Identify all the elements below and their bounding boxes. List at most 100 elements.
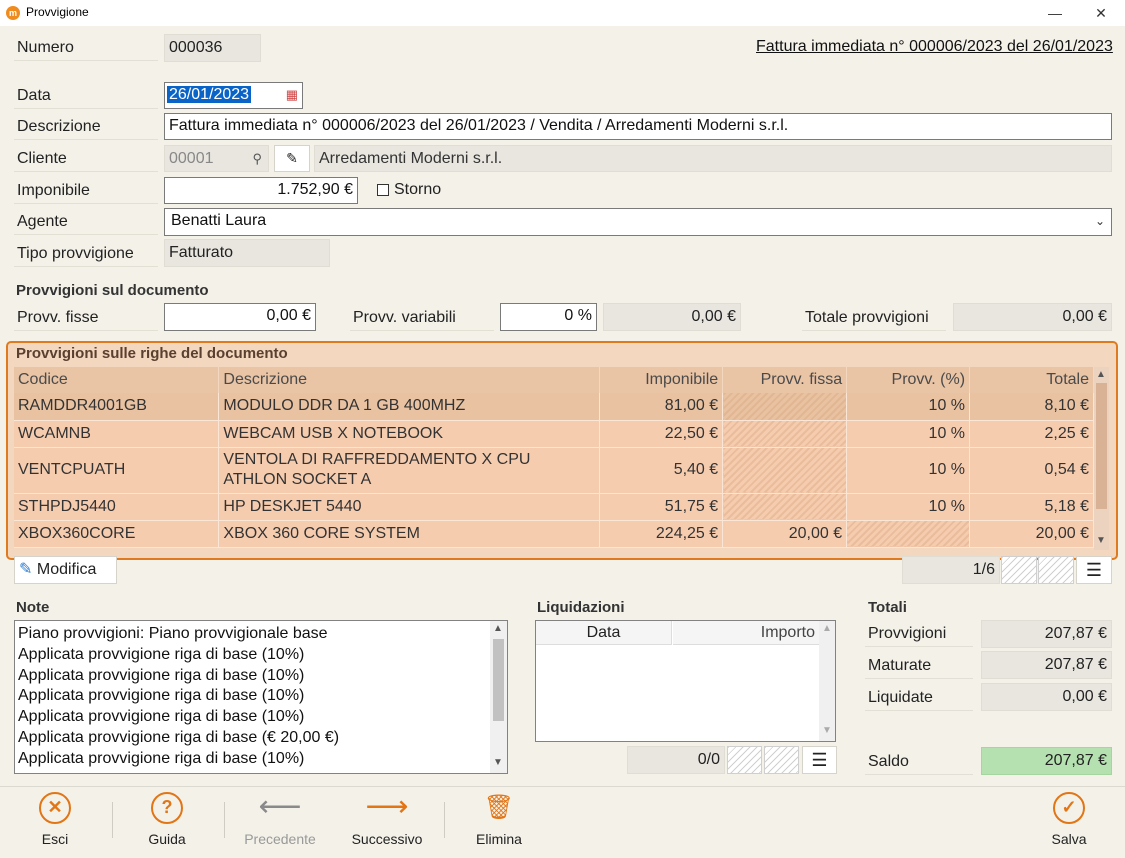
col-provv-fissa-header[interactable]: Provv. fissa: [722, 367, 848, 393]
liquidazioni-next-button[interactable]: [764, 746, 799, 774]
saldo-label: Saldo: [865, 748, 973, 775]
cell-descrizione: WEBCAM USB X NOTEBOOK: [218, 420, 601, 448]
successivo-button[interactable]: ⟶ Successivo: [344, 792, 430, 848]
cliente-code: 00001: [169, 150, 214, 167]
tipo-value: Fatturato: [164, 239, 330, 267]
precedente-label: Precedente: [244, 831, 316, 847]
edit-icon: ✎: [286, 150, 298, 166]
salva-button[interactable]: ✓ Salva: [1034, 792, 1104, 847]
cell-provv-pct: 10 %: [846, 393, 971, 421]
notes-scrollbar[interactable]: ▲ ▼: [490, 621, 507, 773]
elimina-button[interactable]: 🗑 Elimina: [464, 792, 534, 847]
cell-descrizione: MODULO DDR DA 1 GB 400MHZ: [218, 393, 601, 421]
liquidazioni-table[interactable]: Data Importo ▲ ▼: [535, 620, 836, 742]
col-importo-header[interactable]: Importo: [673, 621, 819, 645]
liquidate-label: Liquidate: [865, 684, 973, 711]
provvigioni-value: 207,87 €: [981, 620, 1112, 648]
maximize-button[interactable]: [1034, 0, 1080, 26]
esci-button[interactable]: ✕ Esci: [20, 792, 90, 847]
liquidazioni-scrollbar[interactable]: ▲ ▼: [819, 621, 835, 741]
close-circle-icon: ✕: [39, 792, 71, 824]
successivo-label: Successivo: [351, 831, 423, 847]
guida-button[interactable]: ? Guida: [132, 792, 202, 847]
scroll-down-icon[interactable]: ▼: [820, 725, 834, 736]
scroll-down-icon[interactable]: ▼: [491, 757, 505, 768]
provv-fisse-input[interactable]: 0,00 €: [164, 303, 316, 331]
table-row[interactable]: VENTCPUATH VENTOLA DI RAFFREDDAMENTO X C…: [14, 447, 1094, 494]
descrizione-input[interactable]: Fattura immediata n° 000006/2023 del 26/…: [164, 113, 1112, 140]
cell-provv-pct: 10 %: [846, 447, 971, 494]
cell-descrizione: HP DESKJET 5440: [218, 493, 601, 521]
modifica-button[interactable]: ✎ Modifica: [14, 556, 117, 584]
table-row[interactable]: XBOX360CORE XBOX 360 CORE SYSTEM 224,25 …: [14, 520, 1094, 548]
data-label: Data: [14, 82, 158, 109]
salva-label: Salva: [1051, 831, 1087, 847]
cliente-label: Cliente: [14, 145, 158, 172]
agente-label: Agente: [14, 208, 158, 235]
table-row[interactable]: STHPDJ5440 HP DESKJET 5440 51,75 € 10 % …: [14, 493, 1094, 521]
col-totale-header[interactable]: Totale: [969, 367, 1094, 393]
agente-value: Benatti Laura: [171, 212, 267, 229]
esci-label: Esci: [41, 831, 69, 847]
scrollbar-thumb[interactable]: [1096, 383, 1107, 509]
col-data-header[interactable]: Data: [536, 621, 672, 645]
liquidazioni-prev-button[interactable]: [727, 746, 762, 774]
scrollbar-thumb[interactable]: [493, 639, 504, 721]
col-imponibile-header[interactable]: Imponibile: [599, 367, 724, 393]
search-icon[interactable]: ⚲: [252, 146, 262, 172]
imponibile-input[interactable]: 1.752,90 €: [164, 177, 358, 204]
liquidate-value: 0,00 €: [981, 683, 1112, 711]
help-circle-icon: ?: [151, 792, 183, 824]
storno-label: Storno: [394, 181, 442, 198]
rows-menu-button[interactable]: ☰: [1076, 556, 1112, 584]
scroll-down-icon[interactable]: ▼: [1094, 535, 1108, 546]
check-circle-icon: ✓: [1053, 792, 1085, 824]
calendar-icon[interactable]: ▦: [286, 83, 298, 107]
cell-totale: 20,00 €: [969, 520, 1094, 548]
date-input[interactable]: 26/01/2023 ▦: [164, 82, 303, 109]
cliente-code-input[interactable]: 00001 ⚲: [164, 145, 269, 172]
notes-title: Note: [16, 599, 50, 616]
col-provv-pct-header[interactable]: Provv. (%): [846, 367, 971, 393]
precedente-button[interactable]: ⟵ Precedente: [238, 790, 322, 848]
cell-codice: RAMDDR4001GB: [14, 393, 220, 421]
edit-icon: ✎: [19, 561, 33, 578]
provv-variabili-pct-input[interactable]: 0 %: [500, 303, 597, 331]
close-window-button[interactable]: ✕: [1078, 0, 1124, 26]
cell-provv-fissa: [722, 493, 848, 521]
saldo-value: 207,87 €: [981, 747, 1112, 775]
liquidazioni-pager: 0/0: [627, 746, 725, 774]
scroll-up-icon[interactable]: ▲: [491, 623, 505, 634]
agente-select[interactable]: Benatti Laura ⌄: [164, 208, 1112, 236]
note-line: Applicata provvigione riga di base (€ 20…: [18, 728, 340, 746]
rows-scrollbar[interactable]: ▲ ▼: [1094, 367, 1109, 550]
app-icon: m: [6, 6, 20, 20]
storno-checkbox[interactable]: [377, 184, 389, 196]
totali-title: Totali: [868, 599, 907, 616]
notes-textarea[interactable]: Piano provvigioni: Piano provvigionale b…: [14, 620, 508, 774]
edit-cliente-button[interactable]: ✎: [274, 145, 310, 172]
provv-fisse-label: Provv. fisse: [14, 304, 158, 331]
cell-totale: 5,18 €: [969, 493, 1094, 521]
scroll-up-icon[interactable]: ▲: [1094, 369, 1108, 380]
liquidazioni-title: Liquidazioni: [537, 599, 625, 616]
cell-provv-pct: 10 %: [846, 420, 971, 448]
liquidazioni-menu-button[interactable]: ☰: [802, 746, 837, 774]
document-link[interactable]: Fattura immediata n° 000006/2023 del 26/…: [756, 38, 1113, 56]
cell-imponibile: 5,40 €: [599, 447, 724, 494]
arrow-left-icon: ⟵: [258, 790, 302, 823]
table-row[interactable]: RAMDDR4001GB MODULO DDR DA 1 GB 400MHZ 8…: [14, 393, 1094, 421]
chevron-down-icon: ⌄: [1094, 214, 1105, 228]
scroll-up-icon[interactable]: ▲: [820, 623, 834, 634]
col-codice-header[interactable]: Codice: [14, 367, 220, 393]
col-descrizione-header[interactable]: Descrizione: [218, 367, 601, 393]
cell-totale: 2,25 €: [969, 420, 1094, 448]
totale-provvigioni-label: Totale provvigioni: [802, 304, 946, 331]
table-row[interactable]: WCAMNB WEBCAM USB X NOTEBOOK 22,50 € 10 …: [14, 420, 1094, 448]
rows-prev-button[interactable]: [1001, 556, 1037, 584]
cell-imponibile: 81,00 €: [599, 393, 724, 421]
rows-next-button[interactable]: [1038, 556, 1074, 584]
cell-imponibile: 224,25 €: [599, 520, 724, 548]
provv-variabili-label: Provv. variabili: [350, 304, 494, 331]
toolbar-divider: [444, 802, 445, 838]
